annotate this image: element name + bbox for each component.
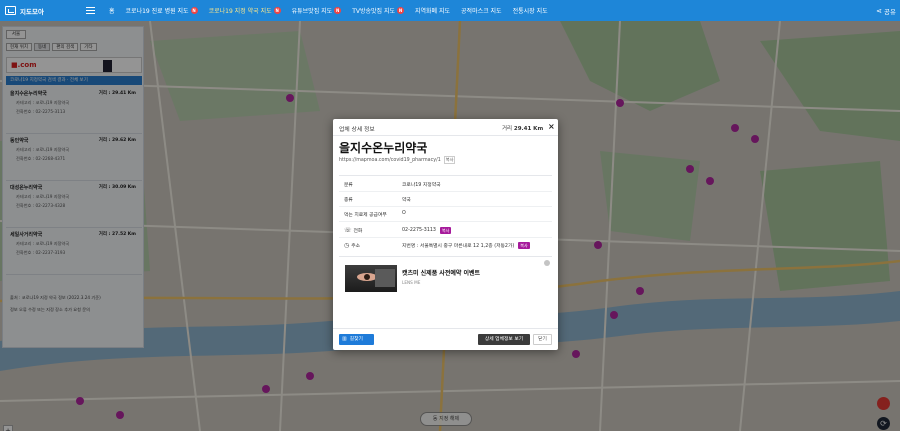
divider xyxy=(339,175,552,176)
nav-menu: 홈 코로나19 진료 병원 지도 N 코로나19 지정 약국 지도 N 유튜브맛집 … xyxy=(109,0,559,21)
row-value: O xyxy=(402,211,406,216)
ad-subtitle: LENS ME xyxy=(402,280,421,285)
place-url-text[interactable]: https://mapmoa.com/covid19_pharmacy/1 xyxy=(339,158,441,163)
detail-info-button[interactable]: 상세 업체정보 보기 xyxy=(478,334,530,345)
nav-item-youtube-food[interactable]: 유튜브맛집 지도 N xyxy=(292,6,342,15)
modal-header: 업체 상세 정보 거리 29.41 Km × xyxy=(333,119,558,136)
brand[interactable]: 지도모아 xyxy=(0,0,80,21)
row-value: 코로나19 지정약국 xyxy=(402,183,441,188)
distance-readout: 거리 29.41 Km xyxy=(502,126,544,132)
close-icon[interactable]: × xyxy=(548,123,555,131)
row-label: 종류 xyxy=(344,198,353,203)
share-button[interactable]: ⋖ 공유 xyxy=(876,6,896,16)
copy-address-button[interactable]: 복사 xyxy=(518,242,530,249)
share-icon: ⋖ xyxy=(876,7,883,15)
new-badge: N xyxy=(190,7,198,14)
modal-title: 업체 상세 정보 xyxy=(339,127,375,133)
ad-image xyxy=(345,265,397,292)
row-label: 분류 xyxy=(344,183,353,188)
info-row-type: 종류 약국 xyxy=(339,192,552,207)
new-badge: N xyxy=(273,7,281,14)
info-row-medicine: 먹는 치료제 공급여부 O xyxy=(339,207,552,222)
nav-item-local-currency[interactable]: 지역화폐 지도 xyxy=(415,6,450,15)
info-row-phone: ☏ 전화 02-2275-3113 복사 xyxy=(339,223,552,238)
info-row-category: 분류 코로나19 지정약국 xyxy=(339,177,552,192)
ad-title: 캣츠미 신제품 사전예약 이벤트 xyxy=(402,270,481,277)
location-pin-icon: ◷ xyxy=(344,242,350,249)
nav-item-traditional-market[interactable]: 전통시장 지도 xyxy=(513,6,548,15)
info-row-address: ◷ 주소 지번명 : 서울특별시 중구 마른내로 12 1,2층 (저동2가) 복사 xyxy=(339,238,552,253)
place-detail-modal: 업체 상세 정보 거리 29.41 Km × 을지수온누리약국 https://… xyxy=(333,119,558,350)
eye-image xyxy=(357,273,377,281)
modal-footer: ▥ 길찾기 상세 업체정보 보기 닫기 xyxy=(333,328,558,350)
top-nav: 지도모아 홈 코로나19 진료 병원 지도 N 코로나19 지정 약국 지도 N 유… xyxy=(0,0,900,21)
nav-item-public-mask[interactable]: 공적마스크 지도 xyxy=(461,6,502,15)
row-label: ☏ 전화 xyxy=(344,227,363,234)
menu-icon[interactable] xyxy=(86,7,95,14)
nav-item-tv-food[interactable]: TV방송맛집 지도 N xyxy=(352,6,404,15)
ad-info-icon[interactable] xyxy=(544,260,550,266)
address-text: 지번명 : 서울특별시 중구 마른내로 12 1,2층 (저동2가) xyxy=(402,244,515,249)
row-value: 지번명 : 서울특별시 중구 마른내로 12 1,2층 (저동2가) 복사 xyxy=(402,242,530,249)
directions-button[interactable]: ▥ 길찾기 xyxy=(339,334,374,345)
phone-number[interactable]: 02-2275-3113 xyxy=(402,228,436,233)
place-name: 을지수온누리약국 xyxy=(339,141,428,155)
row-value: 02-2275-3113 복사 xyxy=(402,227,452,234)
nav-item-covid-pharmacy[interactable]: 코로나19 지정 약국 지도 N xyxy=(209,6,281,15)
nav-item-home[interactable]: 홈 xyxy=(109,6,115,15)
ad-image-strip xyxy=(375,269,395,287)
new-badge: N xyxy=(397,7,404,14)
phone-icon: ☏ xyxy=(344,227,352,234)
map-icon: ▥ xyxy=(342,336,347,342)
close-button[interactable]: 닫기 xyxy=(533,334,552,345)
place-url: https://mapmoa.com/covid19_pharmacy/1 복사 xyxy=(339,156,456,164)
row-label: ◷ 주소 xyxy=(344,242,361,249)
divider xyxy=(339,256,552,257)
copy-phone-button[interactable]: 복사 xyxy=(439,227,452,234)
map-logo-icon xyxy=(5,6,16,15)
brand-title: 지도모아 xyxy=(20,7,44,16)
ad-card[interactable]: 캣츠미 신제품 사전예약 이벤트 LENS ME xyxy=(345,260,550,293)
new-badge: N xyxy=(334,7,342,14)
copy-url-button[interactable]: 복사 xyxy=(443,156,456,164)
nav-item-covid-hospital[interactable]: 코로나19 진료 병원 지도 N xyxy=(126,6,198,15)
row-label: 먹는 치료제 공급여부 xyxy=(344,213,387,218)
row-value: 약국 xyxy=(402,198,411,203)
